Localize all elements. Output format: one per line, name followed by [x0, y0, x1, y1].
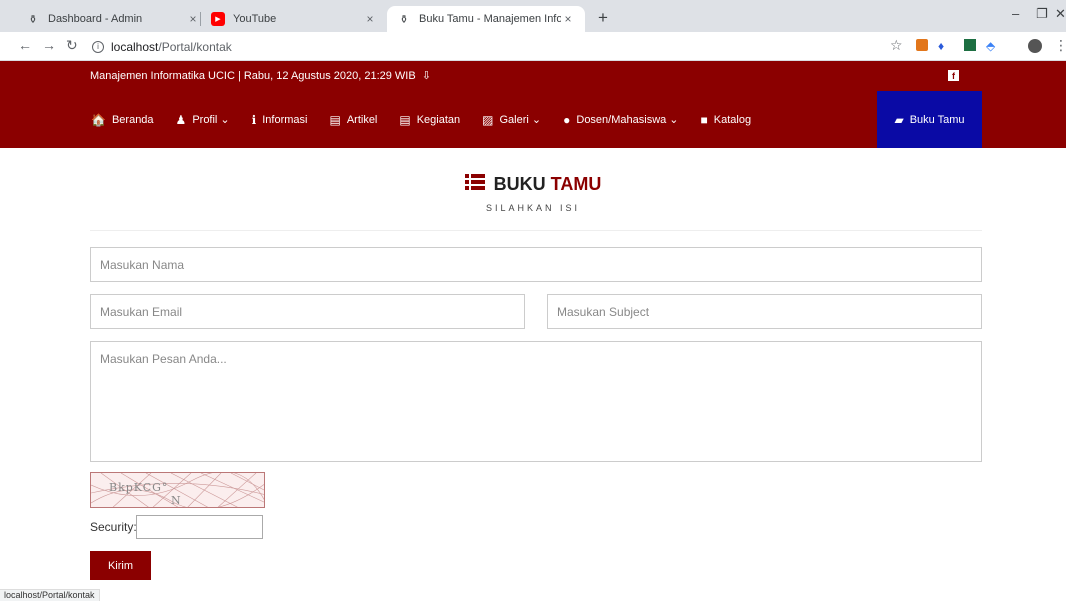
- download-icon[interactable]: ⇩: [422, 69, 431, 82]
- close-tab-icon[interactable]: ×: [186, 12, 200, 26]
- title-word-2: TAMU: [550, 174, 602, 194]
- profile-icon: ♟: [175, 112, 187, 127]
- close-tab-icon[interactable]: ×: [561, 12, 575, 26]
- status-bar-url: localhost/Portal/kontak: [0, 589, 100, 601]
- submit-button[interactable]: Kirim: [90, 551, 151, 580]
- new-tab-button[interactable]: +: [598, 8, 608, 28]
- excel-extension-icon[interactable]: [964, 39, 976, 51]
- close-tab-icon[interactable]: ×: [363, 12, 377, 26]
- list-icon: [464, 174, 485, 195]
- nav-label: Informasi: [262, 113, 308, 126]
- nav-label: Kegiatan: [416, 113, 461, 126]
- back-arrow-icon[interactable]: ←: [18, 37, 32, 53]
- newspaper-icon: ▤: [399, 112, 411, 127]
- star-icon[interactable]: ☆: [890, 37, 903, 54]
- home-icon: 🏠: [91, 112, 106, 127]
- tab-dashboard[interactable]: ⚱ Dashboard - Admin ×: [16, 6, 210, 32]
- forward-arrow-icon[interactable]: →: [42, 37, 56, 53]
- nav-katalog[interactable]: ■ Katalog: [690, 91, 763, 148]
- reload-icon[interactable]: ↻: [66, 37, 78, 54]
- nav-artikel[interactable]: ▤ Artikel: [318, 91, 388, 148]
- page-title: BUKU TAMU: [464, 174, 602, 195]
- tab-buku-tamu[interactable]: ⚱ Buku Tamu - Manajemen Informa ×: [387, 6, 585, 32]
- page-heading: BUKU TAMU SILAHKAN ISI: [0, 174, 1066, 213]
- title-word-1: BUKU: [493, 174, 546, 194]
- name-input[interactable]: [90, 247, 982, 282]
- site-favicon-icon: ⚱: [399, 13, 409, 26]
- message-textarea[interactable]: [90, 341, 982, 462]
- url-host: localhost: [111, 39, 159, 54]
- page-subtitle: SILAHKAN ISI: [485, 203, 581, 213]
- nav-label: Dosen/Mahasiswa ⌄: [576, 114, 679, 126]
- browser-tab-bar: ⚱ Dashboard - Admin × ▶ YouTube × ⚱ Buku…: [0, 0, 1066, 32]
- metamask-extension-icon[interactable]: [916, 39, 928, 51]
- nav-label: Beranda: [111, 113, 154, 126]
- security-input[interactable]: [136, 515, 263, 539]
- shield-extension-icon[interactable]: ⬘: [986, 39, 998, 53]
- nav-label: Katalog: [713, 113, 752, 126]
- image-icon: ▨: [482, 112, 494, 127]
- nav-galeri[interactable]: ▨ Galeri ⌄: [471, 91, 552, 148]
- captcha-text: BkpKCG° N: [109, 481, 182, 507]
- book-icon: ▰: [894, 112, 904, 127]
- folder-icon: ■: [700, 112, 708, 127]
- nav-beranda[interactable]: 🏠 Beranda: [80, 91, 165, 148]
- facebook-icon[interactable]: f: [948, 70, 959, 81]
- close-window-button[interactable]: ✕: [1055, 6, 1066, 22]
- newspaper-icon: ▤: [329, 112, 341, 127]
- info-icon[interactable]: i: [92, 40, 104, 53]
- captcha-image: BkpKCG° N: [90, 472, 265, 508]
- nav-label: Galeri ⌄: [499, 114, 542, 126]
- nav-kegiatan[interactable]: ▤ Kegiatan: [388, 91, 471, 148]
- address-bar-row: ← → ↻ i localhost/Portal/kontak ☆ ♦ ⬘ ⋮: [0, 32, 1066, 61]
- browser-menu-icon[interactable]: ⋮: [1054, 37, 1066, 54]
- url-input[interactable]: i localhost/Portal/kontak: [92, 36, 882, 57]
- url-path: /Portal/kontak: [158, 39, 232, 54]
- ethereum-extension-icon[interactable]: ♦: [938, 39, 950, 53]
- nav-dosen-mahasiswa[interactable]: ● Dosen/Mahasiswa ⌄: [552, 91, 689, 148]
- subject-input[interactable]: [547, 294, 982, 329]
- nav-profil[interactable]: ♟ Profil ⌄: [165, 91, 241, 148]
- tab-title: Buku Tamu - Manajemen Informa: [419, 13, 561, 25]
- restore-button[interactable]: ❐: [1036, 6, 1048, 22]
- email-input[interactable]: [90, 294, 525, 329]
- site-info-text: Manajemen Informatika UCIC | Rabu, 12 Ag…: [90, 69, 416, 82]
- security-label: Security:: [90, 520, 137, 534]
- tab-title: Dashboard - Admin: [48, 13, 143, 25]
- info-icon: ℹ: [251, 112, 257, 127]
- divider: [90, 230, 982, 231]
- tab-title: YouTube: [233, 13, 277, 25]
- user-icon: ●: [563, 112, 571, 127]
- top-info-bar: Manajemen Informatika UCIC | Rabu, 12 Ag…: [90, 69, 431, 83]
- profile-avatar[interactable]: [1028, 39, 1042, 53]
- site-header: Manajemen Informatika UCIC | Rabu, 12 Ag…: [0, 61, 1066, 148]
- nav-buku-tamu[interactable]: ▰ Buku Tamu: [877, 91, 982, 148]
- tab-youtube[interactable]: ▶ YouTube ×: [201, 6, 387, 32]
- youtube-icon: ▶: [211, 12, 225, 26]
- main-nav: 🏠 Beranda ♟ Profil ⌄ ℹ Informasi ▤ Artik…: [80, 91, 982, 148]
- site-favicon-icon: ⚱: [28, 13, 38, 26]
- nav-label: Buku Tamu: [909, 113, 965, 126]
- nav-label: Profil ⌄: [192, 114, 230, 126]
- nav-label: Artikel: [346, 113, 378, 126]
- minimize-button[interactable]: –: [1012, 6, 1019, 21]
- nav-informasi[interactable]: ℹ Informasi: [241, 91, 319, 148]
